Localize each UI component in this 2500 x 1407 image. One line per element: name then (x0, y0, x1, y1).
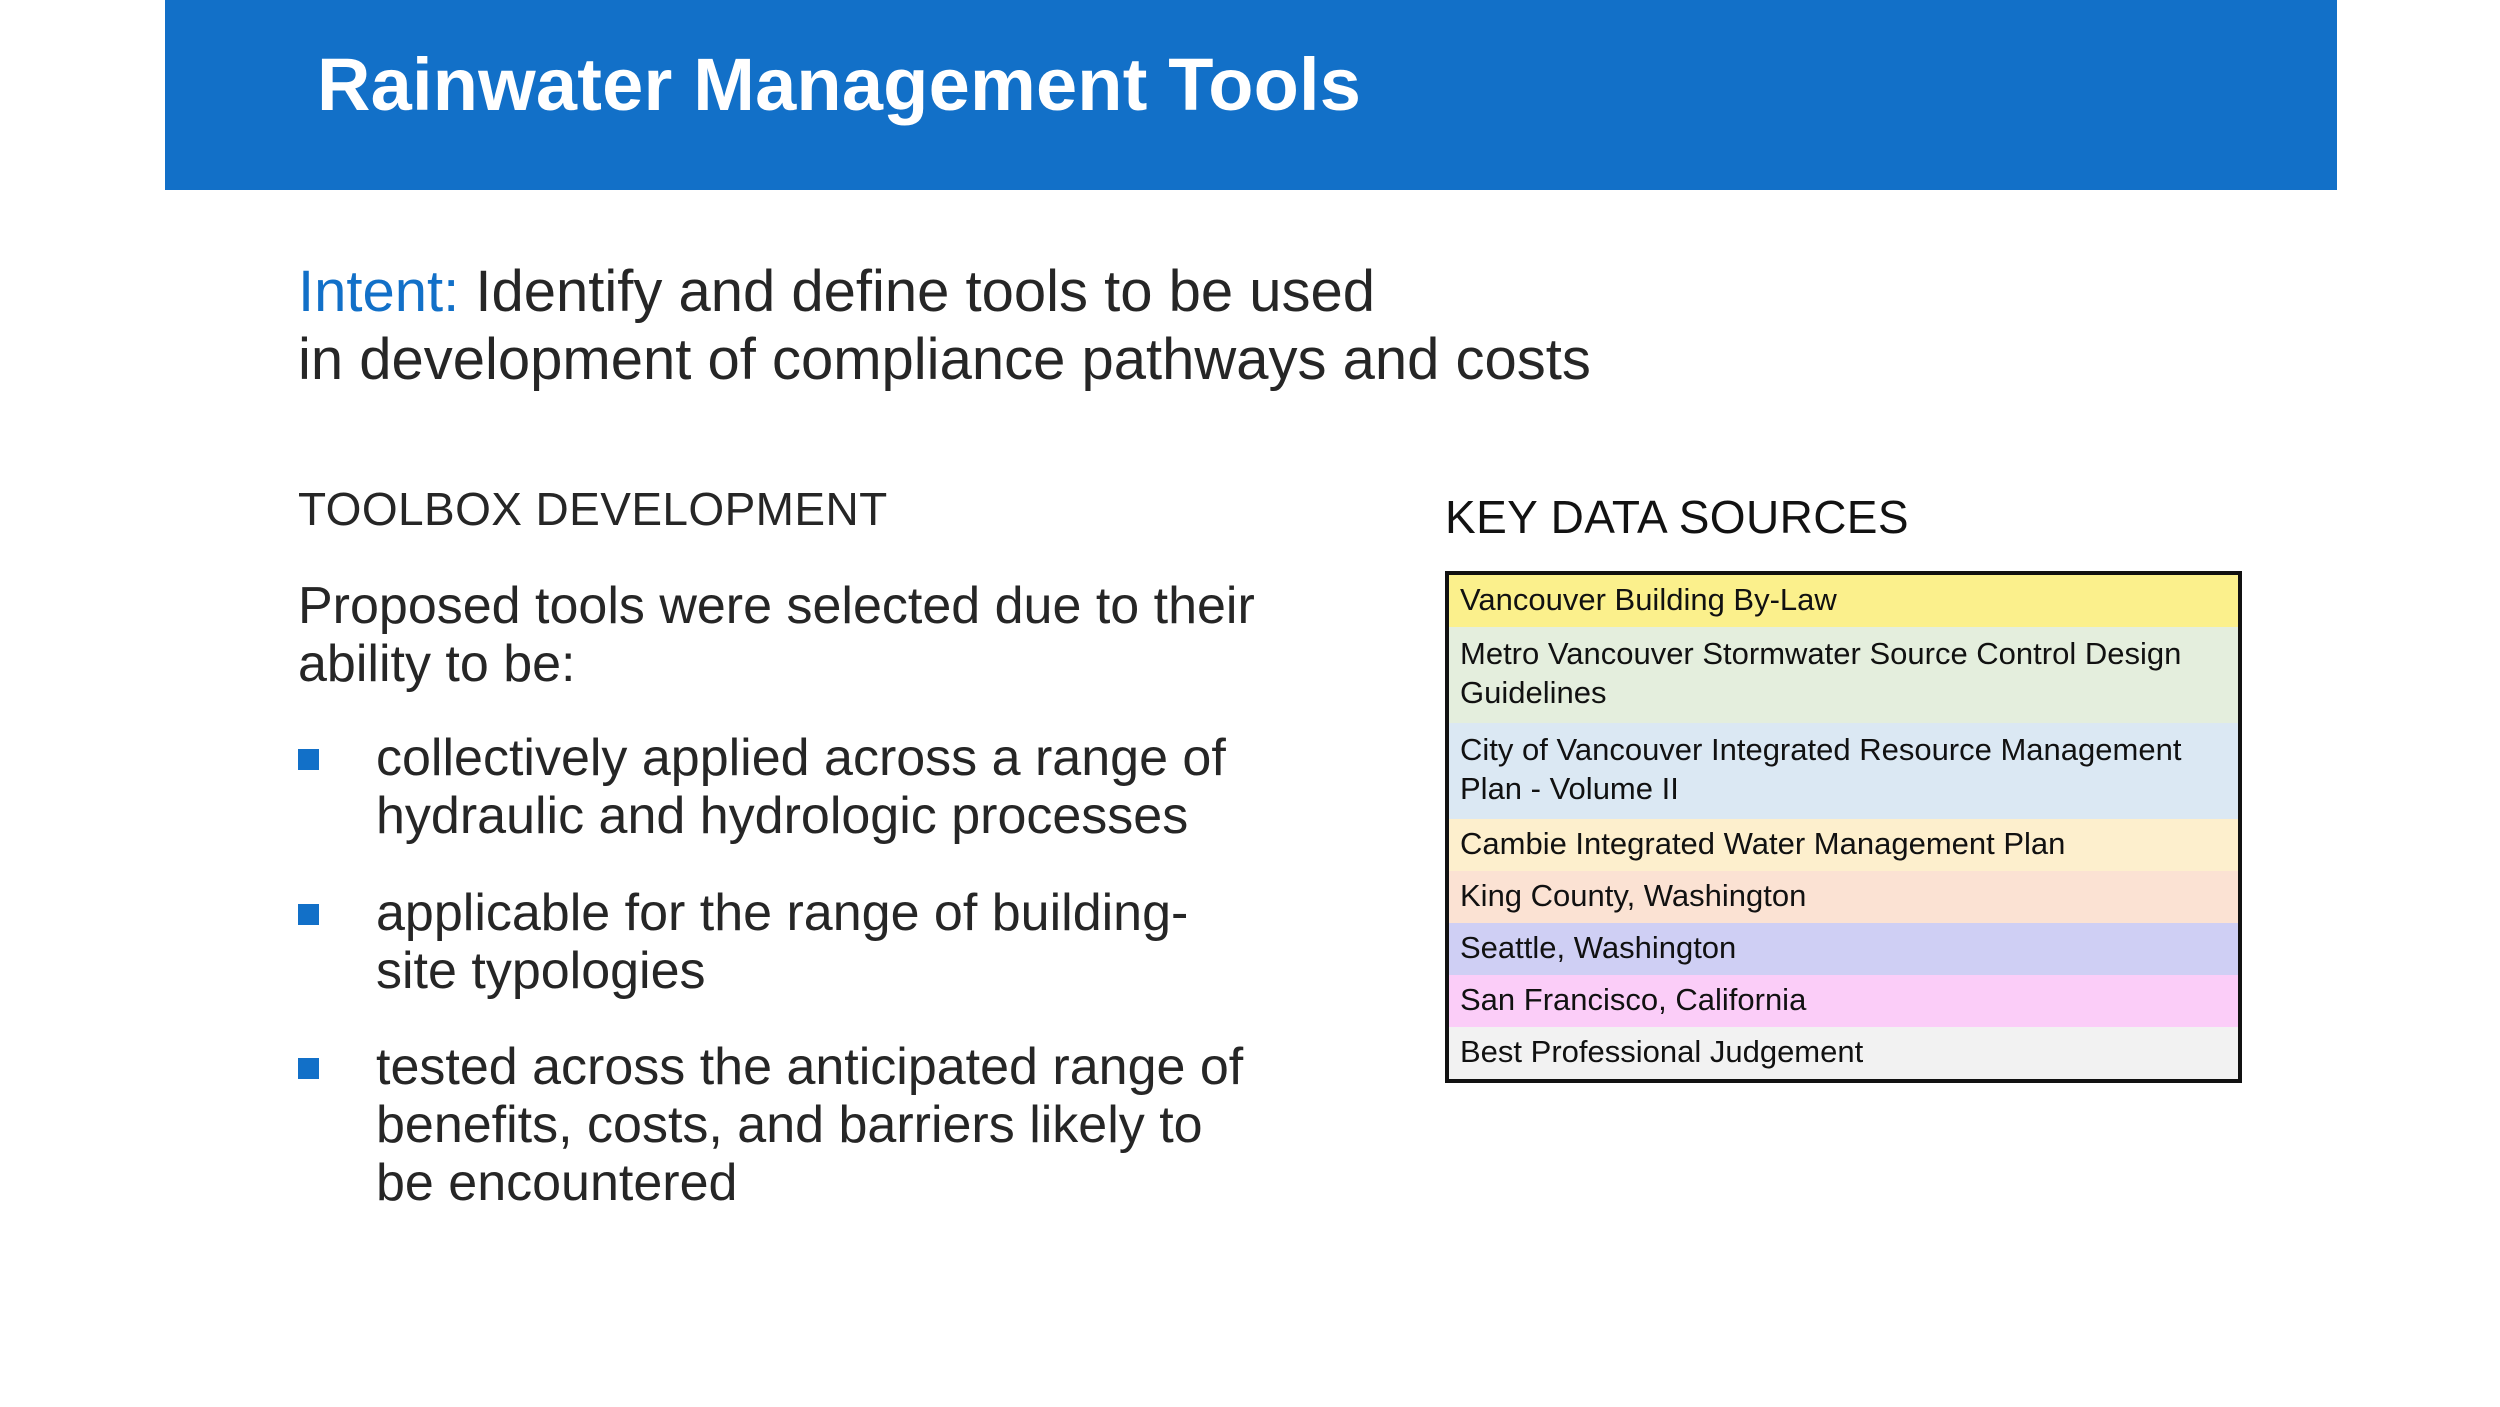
toolbox-development-section: TOOLBOX DEVELOPMENT Proposed tools were … (298, 484, 1318, 1251)
table-row: Seattle, Washington (1449, 922, 2238, 975)
list-item: collectively applied across a range of h… (298, 729, 1318, 845)
list-item-label: applicable for the range of building-sit… (376, 883, 1189, 1000)
toolbox-development-heading: TOOLBOX DEVELOPMENT (298, 483, 888, 535)
square-bullet-icon (298, 1058, 319, 1079)
table-row: King County, Washington (1449, 870, 2238, 923)
page-title: Rainwater Management Tools (317, 43, 1362, 126)
table-row: Best Professional Judgement (1449, 1026, 2238, 1079)
intent-label: Intent: (298, 259, 460, 324)
intent-line-1-text: Identify and define tools to be used (459, 259, 1375, 324)
intent-line-1: Intent: Identify and define tools to be … (298, 258, 2198, 326)
key-data-sources-heading: KEY DATA SOURCES (1445, 491, 1909, 543)
table-row: City of Vancouver Integrated Resource Ma… (1449, 722, 2238, 819)
square-bullet-icon (298, 903, 319, 925)
table-row: San Francisco, California (1449, 974, 2238, 1027)
list-item-label: collectively applied across a range of h… (376, 729, 1226, 846)
intent-statement: Intent: Identify and define tools to be … (298, 258, 2198, 395)
table-row: Vancouver Building By-Law (1449, 574, 2238, 627)
table-row: Cambie Integrated Water Management Plan (1449, 818, 2238, 871)
list-item: applicable for the range of building-sit… (298, 884, 1318, 1000)
key-data-sources-section: KEY DATA SOURCES Vancouver Building By-L… (1445, 492, 2245, 1083)
title-banner: Rainwater Management Tools (165, 0, 2337, 190)
key-data-sources-table: Vancouver Building By-Law Metro Vancouver… (1445, 570, 2242, 1083)
toolbox-bullet-list: collectively applied across a range of h… (298, 729, 1318, 1213)
table-row: Metro Vancouver Stormwater Source Contro… (1449, 626, 2238, 723)
toolbox-intro-paragraph: Proposed tools were selected due to thei… (298, 576, 1255, 693)
intent-line-2: in development of compliance pathways an… (298, 327, 1591, 393)
list-item: tested across the anticipated range of b… (298, 1038, 1318, 1213)
list-item-label: tested across the anticipated range of b… (376, 1038, 1244, 1213)
square-bullet-icon (298, 749, 319, 771)
